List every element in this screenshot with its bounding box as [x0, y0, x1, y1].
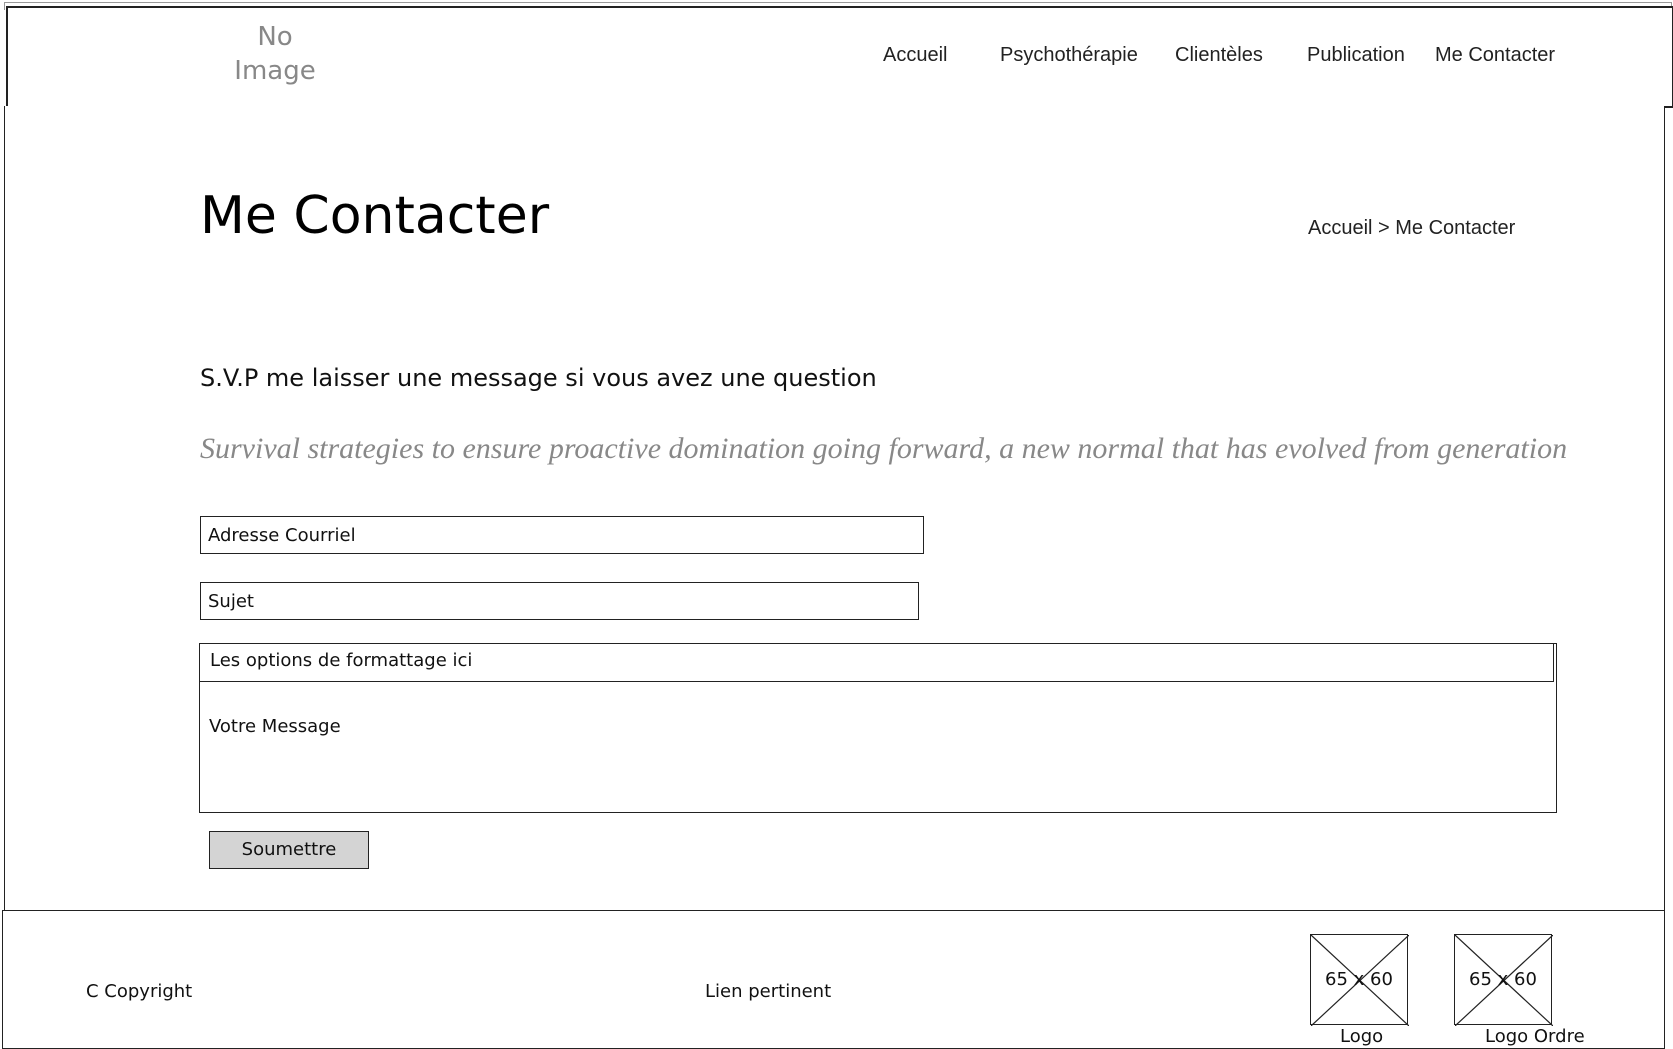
subject-input[interactable]: [208, 591, 911, 612]
nav-psychotherapie[interactable]: Psychothérapie: [1000, 44, 1138, 67]
logo-placeholder-line1: No: [257, 22, 293, 52]
breadcrumb[interactable]: Accueil > Me Contacter: [1308, 217, 1515, 240]
main-content: [4, 340, 1665, 912]
email-field[interactable]: [200, 516, 924, 554]
message-textarea[interactable]: Votre Message: [209, 716, 341, 737]
nav-me-contacter[interactable]: Me Contacter: [1435, 44, 1555, 67]
subject-field[interactable]: [200, 582, 919, 620]
logo-placeholder[interactable]: No Image: [215, 20, 335, 88]
nav-accueil[interactable]: Accueil: [883, 44, 947, 67]
message-editor[interactable]: Les options de formattage ici Votre Mess…: [199, 643, 1557, 813]
logo-image-placeholder: 65 x 60: [1310, 934, 1409, 1026]
logo-ordre-dimensions: 65 x 60: [1469, 969, 1537, 990]
tagline-text: Survival strategies to ensure proactive …: [200, 432, 1568, 465]
copyright-text: C Copyright: [86, 981, 193, 1002]
email-input[interactable]: [208, 525, 916, 546]
site-footer: [2, 910, 1665, 1049]
intro-text: S.V.P me laisser une message si vous ave…: [200, 364, 877, 392]
logo-caption: Logo: [1340, 1026, 1384, 1047]
nav-clienteles[interactable]: Clientèles: [1175, 44, 1263, 67]
logo-placeholder-line2: Image: [234, 56, 316, 86]
nav-publication[interactable]: Publication: [1307, 44, 1405, 67]
formatting-toolbar[interactable]: Les options de formattage ici: [200, 644, 1554, 682]
logo-ordre-caption: Logo Ordre: [1485, 1026, 1585, 1047]
logo-ordre-image-placeholder: 65 x 60: [1454, 934, 1553, 1026]
relevant-link[interactable]: Lien pertinent: [705, 981, 831, 1002]
page-title: Me Contacter: [200, 186, 550, 246]
submit-button[interactable]: Soumettre: [209, 831, 369, 869]
logo-dimensions: 65 x 60: [1325, 969, 1393, 990]
